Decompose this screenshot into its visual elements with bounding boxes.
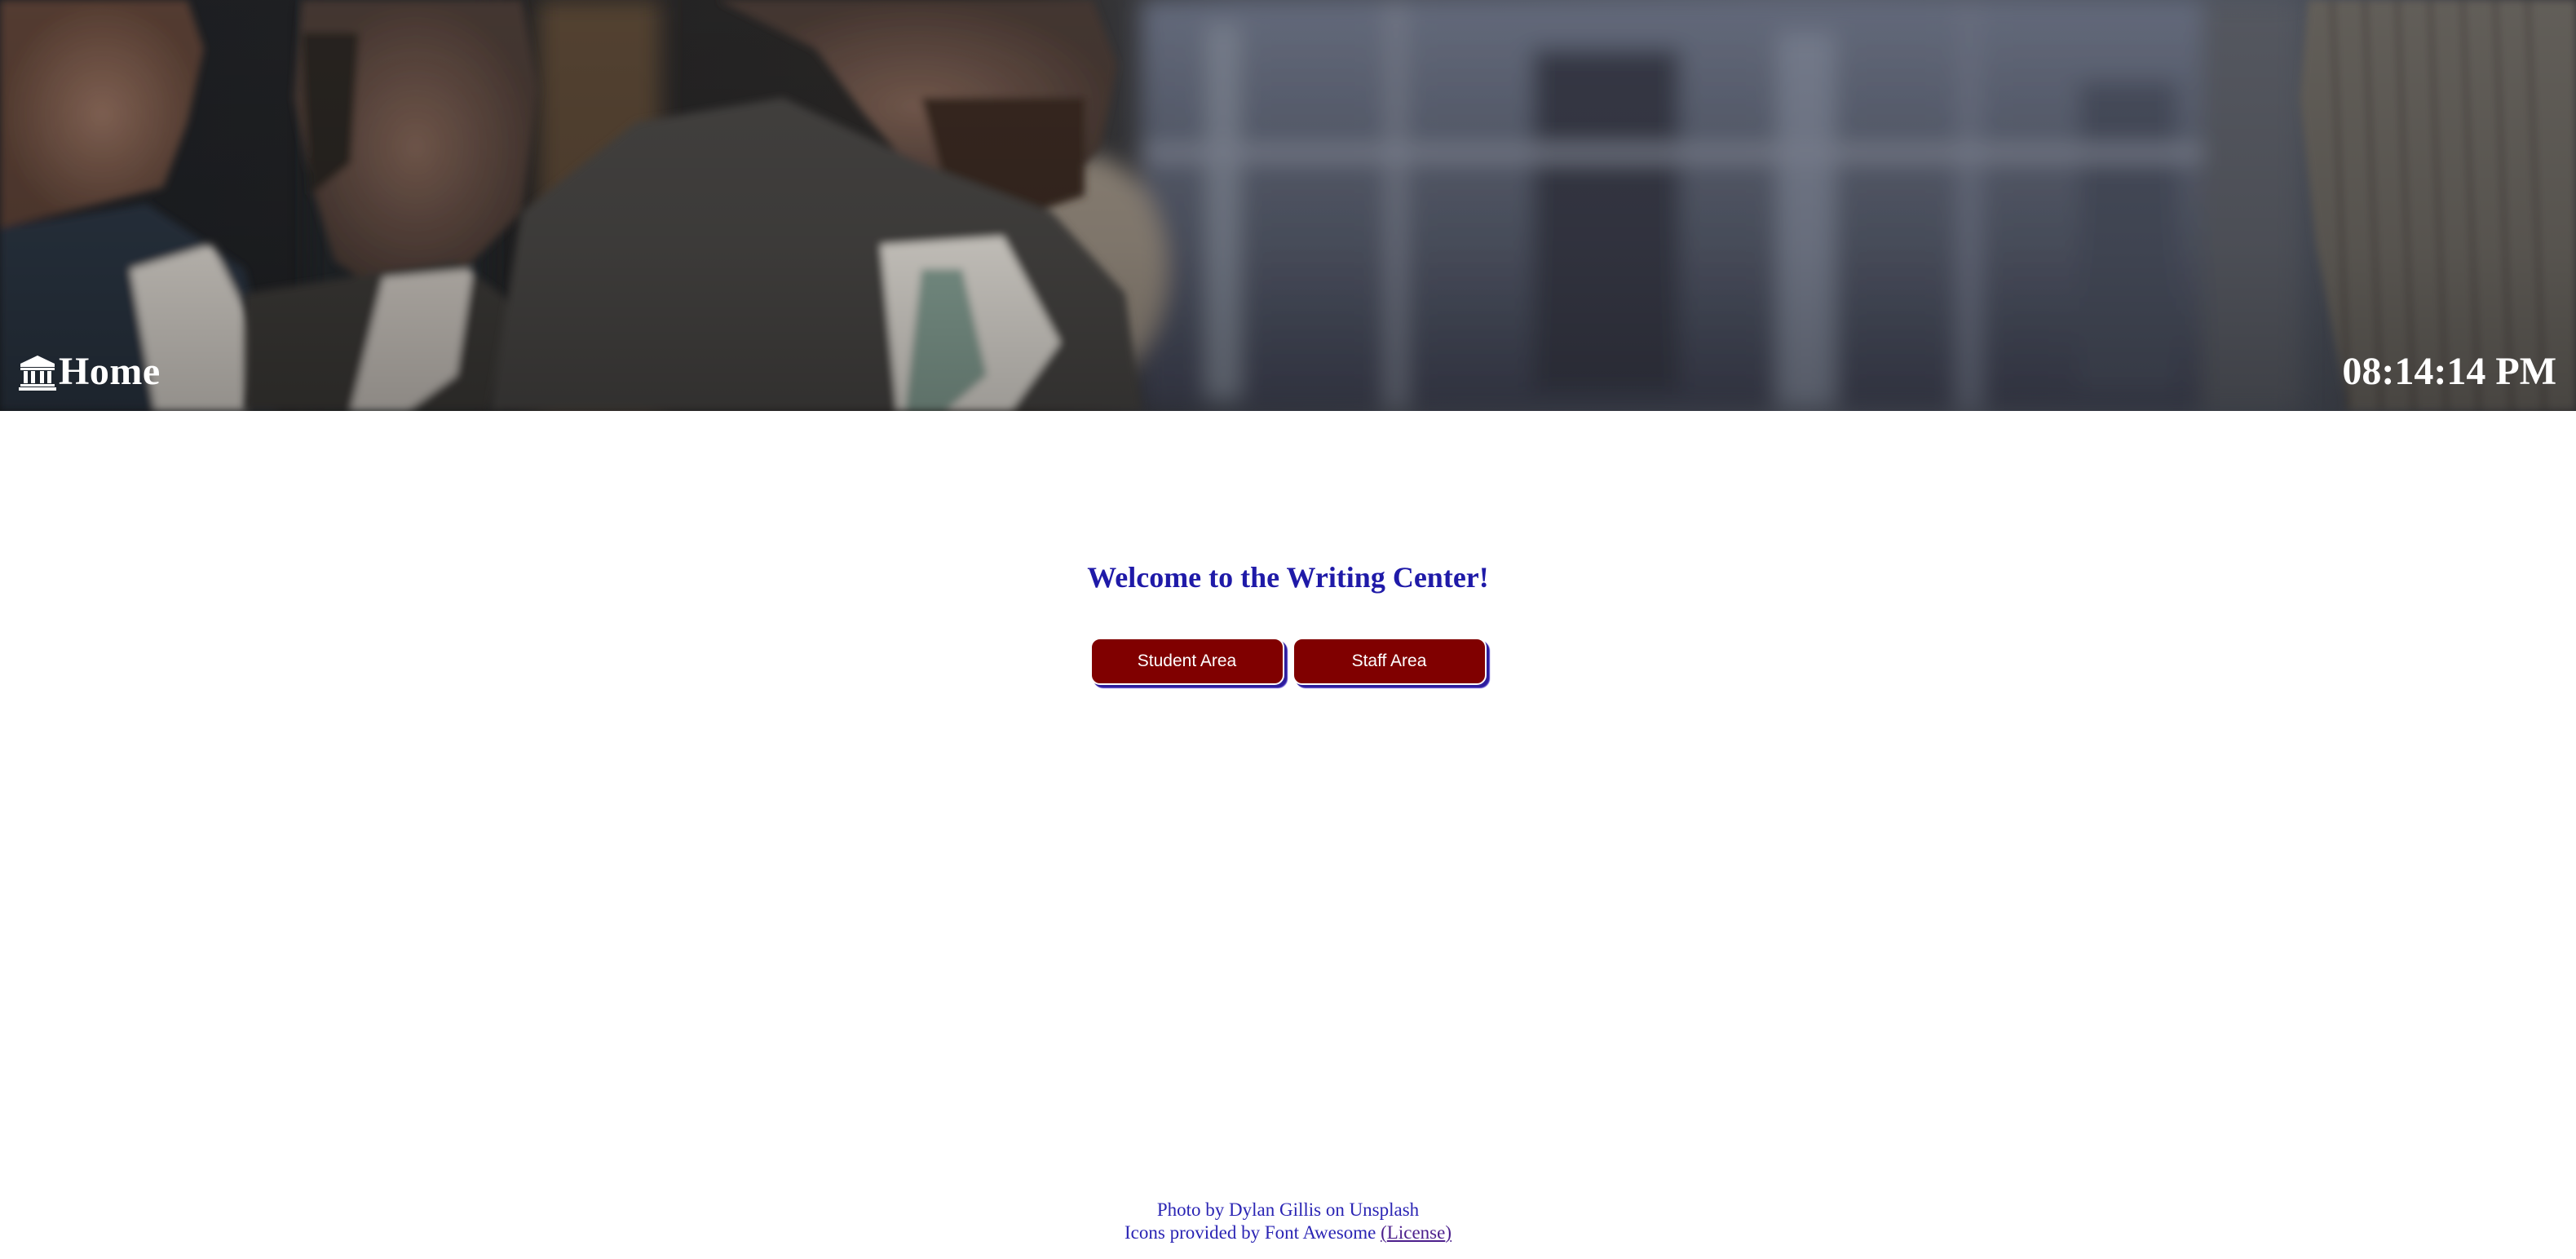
page: Home 08:14:14 PM Welcome to the Writing … bbox=[0, 0, 2576, 1259]
license-close-paren: ) bbox=[1445, 1222, 1451, 1243]
staff-area-button[interactable]: Staff Area bbox=[1292, 638, 1487, 685]
icons-credit-text: Icons provided by Font Awesome bbox=[1125, 1222, 1381, 1243]
license-label: License bbox=[1386, 1222, 1446, 1243]
photo-credit: Photo by Dylan Gillis on Unsplash bbox=[1156, 1199, 1420, 1220]
home-link[interactable]: Home bbox=[18, 349, 161, 395]
icons-credit: Icons provided by Font Awesome (License) bbox=[0, 1221, 2576, 1244]
footer: Photo by Dylan Gillis on Unsplash Icons … bbox=[0, 1199, 2576, 1244]
area-buttons: Student Area Staff Area bbox=[0, 638, 2576, 685]
license-link[interactable]: (License) bbox=[1381, 1222, 1451, 1243]
clock-display: 08:14:14 PM bbox=[2342, 350, 2556, 393]
license-open-paren: ( bbox=[1381, 1222, 1387, 1243]
page-title: Welcome to the Writing Center! bbox=[1087, 561, 1489, 594]
main-content: Welcome to the Writing Center! Student A… bbox=[0, 411, 2576, 1145]
header-banner: Home 08:14:14 PM bbox=[0, 0, 2576, 411]
home-label: Home bbox=[59, 350, 161, 393]
header-overlay bbox=[0, 0, 2576, 411]
university-icon bbox=[19, 356, 56, 391]
student-area-button[interactable]: Student Area bbox=[1089, 638, 1284, 685]
